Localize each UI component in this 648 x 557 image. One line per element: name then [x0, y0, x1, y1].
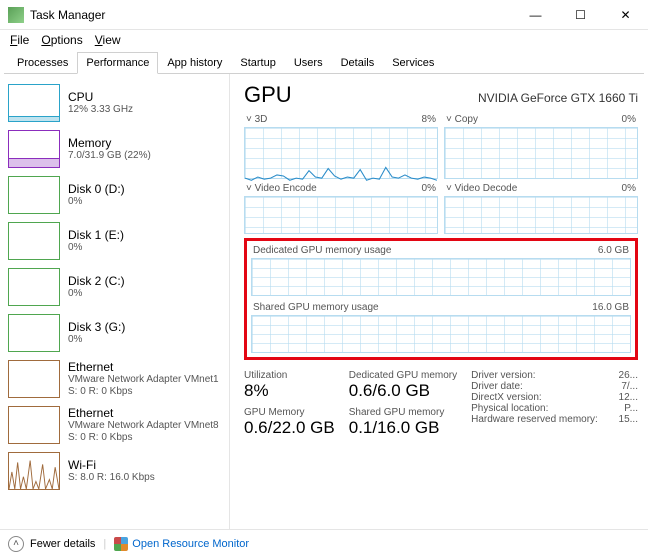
- chart-copy[interactable]: Copy0%: [444, 114, 638, 179]
- tab-services[interactable]: Services: [383, 52, 443, 74]
- titlebar: Task Manager — ☐ ✕: [0, 0, 648, 30]
- gpu-stats: Utilization 8% GPU Memory 0.6/22.0 GB De…: [244, 370, 638, 444]
- disk-mini-chart: [8, 176, 60, 214]
- gpu-panel: GPU NVIDIA GeForce GTX 1660 Ti 3D8% Copy…: [230, 74, 648, 529]
- tab-startup[interactable]: Startup: [231, 52, 284, 74]
- chart-video-encode[interactable]: Video Encode0%: [244, 183, 438, 234]
- menu-options[interactable]: Options: [35, 31, 88, 49]
- resource-monitor-icon: [114, 537, 128, 551]
- tab-performance[interactable]: Performance: [77, 52, 158, 74]
- window-title: Task Manager: [30, 8, 105, 22]
- menu-file[interactable]: File: [4, 31, 35, 49]
- menu-view[interactable]: View: [89, 31, 127, 49]
- tab-users[interactable]: Users: [285, 52, 332, 74]
- tab-details[interactable]: Details: [332, 52, 384, 74]
- menubar: File Options View: [0, 30, 648, 50]
- close-button[interactable]: ✕: [603, 0, 648, 30]
- chevron-up-icon[interactable]: ˄: [8, 536, 24, 552]
- fewer-details-link[interactable]: Fewer details: [30, 538, 95, 550]
- memory-mini-chart: [8, 130, 60, 168]
- sidebar-item-disk1[interactable]: Disk 1 (E:)0%: [4, 218, 229, 264]
- tab-app-history[interactable]: App history: [158, 52, 231, 74]
- sidebar-item-disk3[interactable]: Disk 3 (G:)0%: [4, 310, 229, 356]
- sidebar-item-disk2[interactable]: Disk 2 (C:)0%: [4, 264, 229, 310]
- sidebar-label: CPU: [68, 90, 133, 104]
- minimize-button[interactable]: —: [513, 0, 558, 30]
- chart-video-decode[interactable]: Video Decode0%: [444, 183, 638, 234]
- sidebar: CPU 12% 3.33 GHz Memory 7.0/31.9 GB (22%…: [0, 74, 230, 529]
- sidebar-item-wifi[interactable]: Wi-FiS: 8.0 R: 16.0 Kbps: [4, 448, 229, 494]
- tab-processes[interactable]: Processes: [8, 52, 77, 74]
- panel-title: GPU: [244, 82, 292, 108]
- wifi-mini-chart: [8, 452, 60, 490]
- chart-3d[interactable]: 3D8%: [244, 114, 438, 179]
- sidebar-item-memory[interactable]: Memory 7.0/31.9 GB (22%): [4, 126, 229, 172]
- maximize-button[interactable]: ☐: [558, 0, 603, 30]
- gpu-name: NVIDIA GeForce GTX 1660 Ti: [478, 91, 638, 105]
- footer: ˄ Fewer details | Open Resource Monitor: [0, 529, 648, 557]
- annotation-highlight: Dedicated GPU memory usage6.0 GB Shared …: [244, 238, 638, 360]
- tabbar: Processes Performance App history Startu…: [4, 50, 644, 74]
- sidebar-item-disk0[interactable]: Disk 0 (D:)0%: [4, 172, 229, 218]
- app-icon: [8, 7, 24, 23]
- chart-shared-mem[interactable]: Shared GPU memory usage16.0 GB: [251, 302, 631, 353]
- open-resource-monitor-link[interactable]: Open Resource Monitor: [132, 538, 249, 550]
- cpu-mini-chart: [8, 84, 60, 122]
- chart-dedicated-mem[interactable]: Dedicated GPU memory usage6.0 GB: [251, 245, 631, 296]
- sidebar-item-cpu[interactable]: CPU 12% 3.33 GHz: [4, 80, 229, 126]
- sidebar-item-eth2[interactable]: EthernetVMware Network Adapter VMnet8S: …: [4, 402, 229, 448]
- sidebar-item-eth1[interactable]: EthernetVMware Network Adapter VMnet1S: …: [4, 356, 229, 402]
